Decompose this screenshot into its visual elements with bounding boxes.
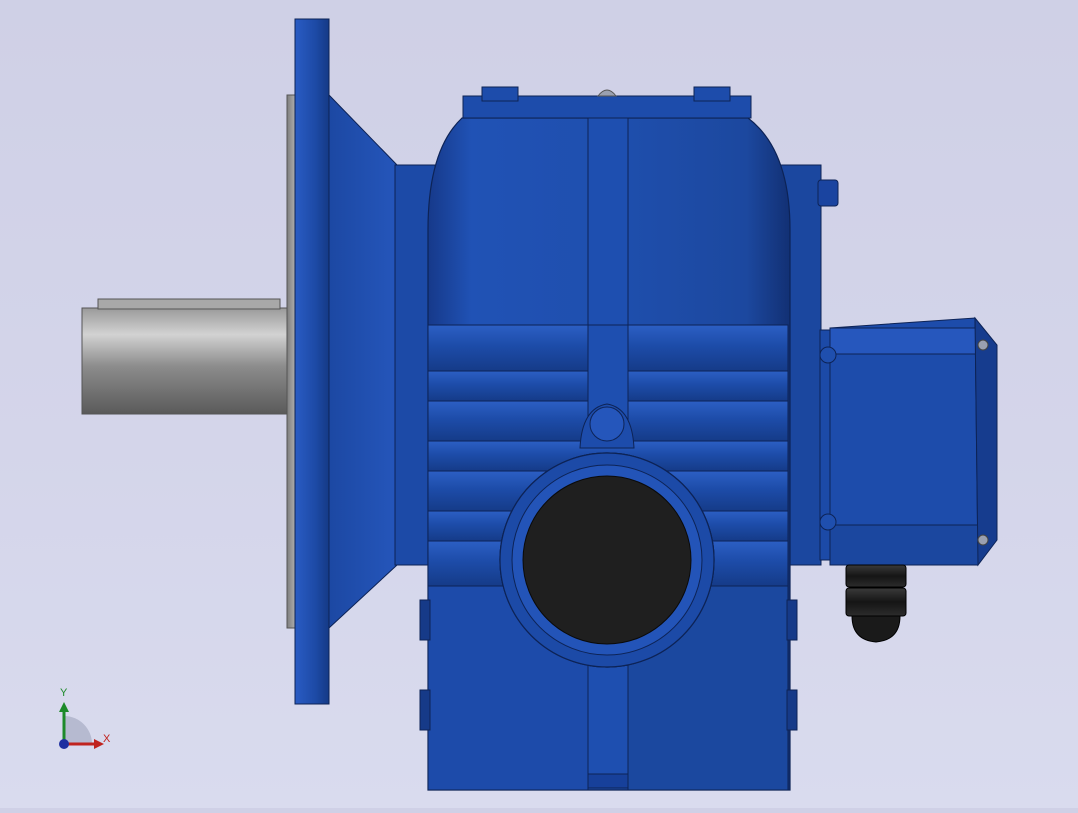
z-axis-dot xyxy=(59,739,69,749)
output-flange[interactable] xyxy=(294,18,330,705)
terminal-box[interactable] xyxy=(819,316,998,567)
top-bolt-left xyxy=(481,86,519,102)
triad-plane-icon xyxy=(64,716,92,744)
terminal-screw-top xyxy=(977,339,989,351)
coordinate-triad: Y X xyxy=(50,686,120,756)
lug-right-low xyxy=(786,689,798,731)
cad-viewport[interactable]: Y X xyxy=(0,0,1078,808)
terminal-screw-bottom xyxy=(977,534,989,546)
gearbox-model[interactable] xyxy=(0,0,1078,808)
x-axis-label: X xyxy=(103,733,111,745)
cable-gland[interactable] xyxy=(845,564,907,643)
lug-right xyxy=(786,599,798,641)
lug-left-low xyxy=(419,689,431,731)
shaft-key[interactable] xyxy=(97,298,281,310)
breather-plug xyxy=(596,89,618,97)
y-axis-label: Y xyxy=(60,687,68,699)
lug-left xyxy=(419,599,431,641)
center-rib-bottom xyxy=(587,659,629,783)
adapter-bolt-top xyxy=(819,346,837,364)
adapter-bolt-bottom xyxy=(819,513,837,531)
flange-cone[interactable] xyxy=(328,93,398,630)
output-shaft[interactable] xyxy=(81,298,293,415)
top-bolt-right xyxy=(693,86,731,102)
cover-bolt-head xyxy=(817,179,839,207)
drain-boss xyxy=(587,773,629,789)
